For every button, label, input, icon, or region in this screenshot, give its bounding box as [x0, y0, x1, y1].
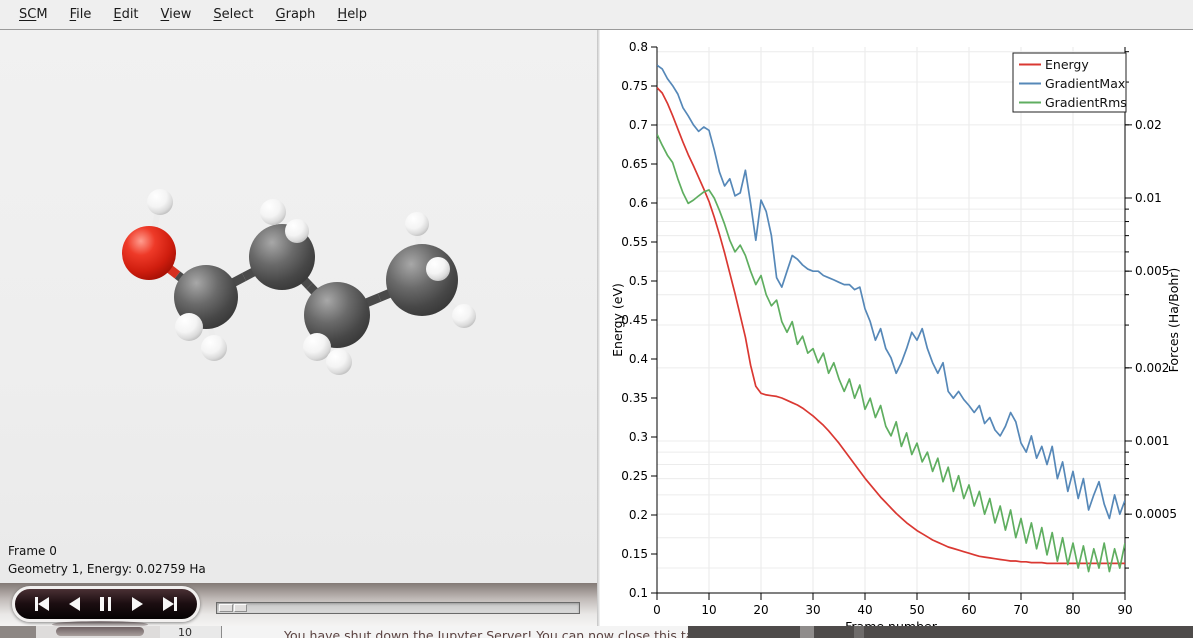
pause-button[interactable]	[100, 596, 111, 612]
molecule-3d-view[interactable]	[0, 30, 597, 583]
atom-H[interactable]	[285, 219, 309, 243]
y-right-tick-label: 0.02	[1135, 118, 1162, 132]
y-left-tick-label: 0.25	[621, 469, 648, 483]
atom-H[interactable]	[452, 304, 476, 328]
menu-bar: SCMFileEditViewSelectGraphHelp	[0, 0, 1193, 30]
geometry-energy-label: Geometry 1, Energy: 0.02759 Ha	[8, 560, 206, 578]
atom-H[interactable]	[201, 335, 227, 361]
axes: 0.8 0.75 0.7 0.65 0.6 0.55 0.5 0.45 0.4 0.35 0.3 0.…	[610, 40, 1181, 634]
atom-H[interactable]	[260, 199, 286, 225]
x-tick-label: 20	[753, 603, 768, 617]
frame-number-label: Frame 0	[8, 542, 206, 560]
slider-thumb-cell[interactable]	[234, 604, 248, 612]
menu-item-help[interactable]: Help	[326, 0, 378, 29]
atom-H[interactable]	[405, 212, 429, 236]
atom-O[interactable]	[122, 226, 176, 280]
frame-status: Frame 0 Geometry 1, Energy: 0.02759 Ha	[8, 542, 206, 578]
y-right-tick-label: 0.001	[1135, 434, 1169, 448]
y-left-tick-label: 0.6	[629, 196, 648, 210]
y-left-tick-label: 0.1	[629, 586, 648, 600]
gridlines	[657, 47, 1125, 593]
playback-control-band	[0, 583, 597, 626]
y-left-tick-label: 0.15	[621, 547, 648, 561]
y-right-tick-label: 0.01	[1135, 191, 1162, 205]
y-right-axis-title: Forces (Ha/Bohr)	[1166, 268, 1181, 373]
y-left-tick-label: 0.7	[629, 118, 648, 132]
menu-item-edit[interactable]: Edit	[102, 0, 149, 29]
player-reflection-remnant	[56, 627, 144, 636]
previous-frame-button[interactable]	[69, 596, 80, 612]
legend-label-gradientrms: GradientRms	[1045, 95, 1127, 110]
play-button[interactable]	[132, 596, 143, 612]
frame-slider-thumb[interactable]	[219, 604, 248, 612]
convergence-chart-panel: 0.8 0.75 0.7 0.65 0.6 0.55 0.5 0.45 0.4 0.35 0.3 0.…	[600, 31, 1193, 638]
chart-series	[657, 65, 1125, 571]
x-tick-label: 90	[1117, 603, 1132, 617]
strip-taskbar-segment	[688, 626, 1193, 638]
y-left-tick-label: 0.35	[621, 391, 648, 405]
y-left-tick-label: 0.45	[621, 313, 648, 327]
step-back-icon	[69, 597, 80, 611]
x-tick-label: 10	[701, 603, 716, 617]
molecule-viewer-panel[interactable]: Frame 0 Geometry 1, Energy: 0.02759 Ha	[0, 30, 597, 626]
menu-item-file[interactable]: File	[59, 0, 103, 29]
atom-H[interactable]	[426, 257, 450, 281]
heavy-atoms	[122, 224, 458, 348]
x-tick-label: 80	[1065, 603, 1080, 617]
atom-H[interactable]	[303, 333, 331, 361]
strip-segment	[36, 626, 160, 638]
menu-item-select[interactable]: Select	[202, 0, 264, 29]
chart-legend: Energy GradientMax GradientRms	[1013, 53, 1127, 112]
atom-H[interactable]	[175, 313, 203, 341]
jupyter-cell-number: 10	[160, 626, 222, 638]
y-left-tick-label: 0.55	[621, 235, 648, 249]
player-controls	[12, 586, 200, 622]
convergence-chart[interactable]: 0.8 0.75 0.7 0.65 0.6 0.55 0.5 0.45 0.4 0.35 0.3 0.…	[600, 31, 1193, 638]
y-right-tick-label: 0.002	[1135, 361, 1169, 375]
background-window-strip: 10 You have shut down the Jupyter Server…	[0, 626, 1193, 638]
atom-C[interactable]	[386, 244, 458, 316]
y-left-tick-label: 0.2	[629, 508, 648, 522]
legend-label-energy: Energy	[1045, 57, 1089, 72]
strip-notch	[854, 626, 864, 638]
strip-segment	[0, 626, 36, 638]
strip-notch	[800, 626, 814, 638]
jupyter-message-area: You have shut down the Jupyter Server! Y…	[222, 626, 688, 638]
x-tick-label: 50	[909, 603, 924, 617]
y-left-tick-label: 0.75	[621, 79, 648, 93]
jupyter-shutdown-message: You have shut down the Jupyter Server! Y…	[284, 628, 688, 638]
x-tick-label: 30	[805, 603, 820, 617]
y-right-tick-label: 0.005	[1135, 264, 1169, 278]
y-left-tick-label: 0.4	[629, 352, 648, 366]
play-icon	[132, 597, 143, 611]
atom-H[interactable]	[147, 189, 173, 215]
skip-start-icon	[35, 597, 49, 611]
amsmovie-window: SCMFileEditViewSelectGraphHelp Frame 0 G…	[0, 0, 1193, 638]
x-tick-label: 40	[857, 603, 872, 617]
skip-to-last-button[interactable]	[163, 596, 177, 612]
y-left-tick-label: 0.8	[629, 40, 648, 54]
x-tick-label: 60	[961, 603, 976, 617]
slider-thumb-cell[interactable]	[219, 604, 233, 612]
y-left-axis-title: Energy (eV)	[610, 283, 625, 357]
legend-label-gradientmax: GradientMax	[1045, 76, 1125, 91]
skip-end-icon	[163, 597, 177, 611]
menu-item-scm[interactable]: SCM	[8, 0, 59, 29]
y-right-tick-label: 0.0005	[1135, 507, 1177, 521]
pause-icon	[100, 597, 111, 611]
x-tick-label: 0	[653, 603, 661, 617]
skip-to-first-button[interactable]	[35, 596, 49, 612]
frame-slider[interactable]	[216, 602, 580, 614]
series-gradientrms	[657, 134, 1125, 571]
atom-H[interactable]	[326, 349, 352, 375]
y-left-tick-label: 0.3	[629, 430, 648, 444]
menu-item-view[interactable]: View	[150, 0, 203, 29]
y-left-tick-label: 0.65	[621, 157, 648, 171]
x-tick-label: 70	[1013, 603, 1028, 617]
menu-item-graph[interactable]: Graph	[265, 0, 327, 29]
series-gradientmax	[657, 65, 1125, 518]
y-left-tick-label: 0.5	[629, 274, 648, 288]
